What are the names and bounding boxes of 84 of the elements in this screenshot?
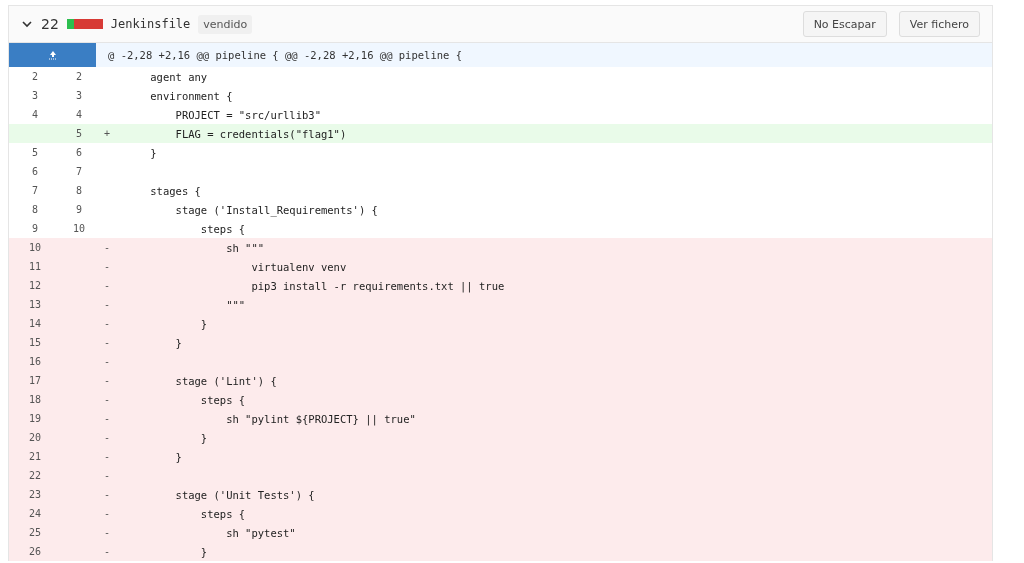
old-line-number: 4 bbox=[31, 109, 39, 120]
new-line-number: 4 bbox=[75, 109, 83, 120]
expand-up-icon bbox=[47, 50, 58, 60]
old-line-number: 18 bbox=[27, 394, 42, 405]
old-line-number: 5 bbox=[31, 147, 39, 158]
old-line-number: 20 bbox=[27, 432, 42, 443]
code-line: sh """ bbox=[225, 241, 265, 254]
code-line: sh "pytest" bbox=[225, 526, 296, 539]
code-line: } bbox=[199, 545, 208, 558]
old-line-number: 15 bbox=[27, 337, 42, 348]
code-line: environment { bbox=[149, 89, 233, 102]
old-line-number: 16 bbox=[27, 356, 42, 367]
code-line: stage ('Lint') { bbox=[174, 374, 277, 387]
old-line-number: 6 bbox=[31, 166, 39, 177]
code-line: } bbox=[199, 317, 208, 330]
code-line: } bbox=[149, 146, 157, 159]
code-line: pip3 install -r requirements.txt || true bbox=[250, 279, 505, 292]
code-line: sh "pylint ${PROJECT} || true" bbox=[225, 412, 416, 425]
diff-sign: - bbox=[103, 318, 111, 329]
new-line-number: 2 bbox=[75, 71, 83, 82]
diff-sign: - bbox=[103, 413, 111, 424]
new-line-number: 10 bbox=[71, 223, 86, 234]
code-line: stage ('Install_Requirements') { bbox=[174, 203, 378, 216]
new-line-number: 7 bbox=[75, 166, 83, 177]
new-line-number: 8 bbox=[75, 185, 83, 196]
new-line-number: 6 bbox=[75, 147, 83, 158]
code-line: FLAG = credentials("flag1") bbox=[174, 127, 347, 140]
code-line: stages { bbox=[149, 184, 201, 197]
diff-sign: - bbox=[103, 508, 111, 519]
old-line-number: 9 bbox=[31, 223, 39, 234]
new-line-number: 9 bbox=[75, 204, 83, 215]
old-line-number: 17 bbox=[27, 375, 42, 386]
diff-sign: - bbox=[103, 375, 111, 386]
old-line-number: 12 bbox=[27, 280, 42, 291]
old-line-number: 25 bbox=[27, 527, 42, 538]
code-line: } bbox=[199, 431, 208, 444]
diff-sign: - bbox=[103, 280, 111, 291]
old-line-number: 13 bbox=[27, 299, 42, 310]
diff-sign: - bbox=[103, 432, 111, 443]
diff-sign: + bbox=[103, 128, 111, 139]
code-line: stage ('Unit Tests') { bbox=[174, 488, 315, 501]
code-line: steps { bbox=[199, 393, 246, 406]
diff-sign: - bbox=[103, 356, 111, 367]
old-line-number: 26 bbox=[27, 546, 42, 557]
diff-sign: - bbox=[103, 451, 111, 462]
code-line: steps { bbox=[199, 507, 246, 520]
code-line: steps { bbox=[199, 222, 246, 235]
code-line: } bbox=[174, 450, 182, 463]
diff-sign: - bbox=[103, 470, 111, 481]
diffstat-icon bbox=[66, 19, 103, 29]
old-line-number: 14 bbox=[27, 318, 42, 329]
change-count: 22 bbox=[41, 16, 59, 32]
diff-sign: - bbox=[103, 261, 111, 272]
code-line: agent any bbox=[149, 70, 208, 83]
old-line-number: 7 bbox=[31, 185, 39, 196]
header-button[interactable]: Ver fichero bbox=[898, 11, 980, 37]
old-line-number: 3 bbox=[31, 90, 39, 101]
diff-sign: - bbox=[103, 546, 111, 557]
new-line-number: 3 bbox=[75, 90, 83, 101]
hunk-header: @ -2,28 +2,16 @@ pipeline { @@ -2,28 +2,16 @@ pipeline { bbox=[107, 49, 462, 61]
old-line-number: 23 bbox=[27, 489, 42, 500]
code-line: PROJECT = "src/urllib3" bbox=[174, 108, 321, 121]
diff-sign: - bbox=[103, 394, 111, 405]
file-name: Jenkinsfile bbox=[110, 17, 191, 31]
old-line-number: 10 bbox=[27, 242, 42, 253]
diff-sign: - bbox=[103, 337, 111, 348]
code-line: } bbox=[174, 336, 182, 349]
new-line-number: 5 bbox=[75, 128, 83, 139]
diff-sign: - bbox=[103, 489, 111, 500]
chevron-icon[interactable] bbox=[21, 18, 33, 30]
status-badge: vendido bbox=[198, 14, 253, 34]
old-line-number: 11 bbox=[27, 261, 42, 272]
old-line-number: 22 bbox=[27, 470, 42, 481]
header-button[interactable]: No Escapar bbox=[802, 11, 887, 37]
diff-sign: - bbox=[103, 242, 111, 253]
old-line-number: 21 bbox=[27, 451, 42, 462]
old-line-number: 8 bbox=[31, 204, 39, 215]
diff-sign: - bbox=[103, 299, 111, 310]
old-line-number: 24 bbox=[27, 508, 42, 519]
code-line: virtualenv venv bbox=[250, 260, 347, 273]
old-line-number: 2 bbox=[31, 71, 39, 82]
diff-sign: - bbox=[103, 527, 111, 538]
code-line: """ bbox=[225, 298, 246, 311]
old-line-number: 19 bbox=[27, 413, 42, 424]
